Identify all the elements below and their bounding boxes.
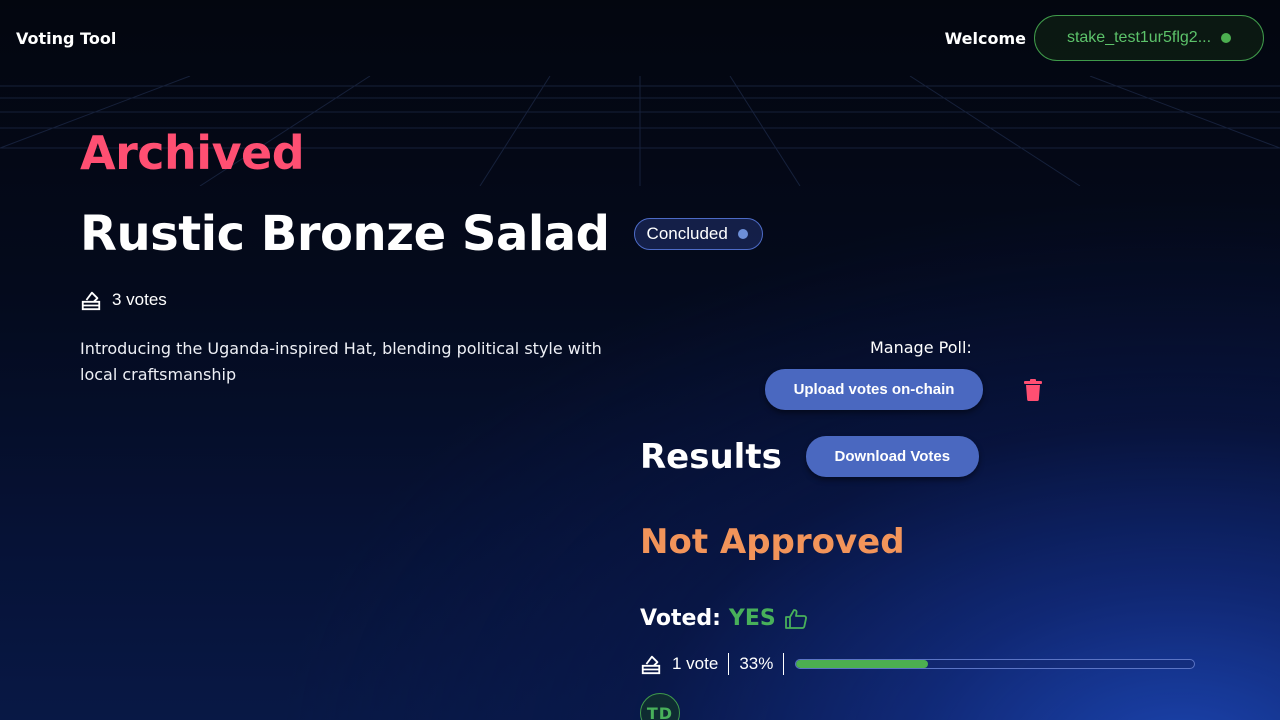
yes-progress-fill bbox=[796, 660, 928, 668]
results-title: Results bbox=[640, 436, 782, 477]
upload-votes-button[interactable]: Upload votes on-chain bbox=[765, 369, 983, 410]
poll-description: Introducing the Uganda-inspired Hat, ble… bbox=[80, 339, 602, 384]
yes-vote-percent: 33% bbox=[739, 654, 774, 673]
app-brand[interactable]: Voting Tool bbox=[16, 29, 116, 48]
connected-indicator bbox=[1221, 33, 1232, 43]
status-badge-label: Concluded bbox=[646, 224, 728, 243]
ballot-box-icon bbox=[641, 655, 661, 675]
voted-value: YES bbox=[728, 606, 776, 631]
user-area: Welcome stake_test1ur5flg2... bbox=[945, 15, 1264, 61]
ballot-box-icon bbox=[81, 291, 101, 311]
divider bbox=[783, 653, 785, 675]
trash-icon[interactable] bbox=[1024, 379, 1042, 401]
vote-count-text: 3 votes bbox=[112, 290, 167, 309]
divider bbox=[728, 653, 730, 675]
status-dot bbox=[737, 229, 748, 239]
yes-vote-stats: 1 vote 33% bbox=[640, 653, 1196, 675]
wallet-button[interactable]: stake_test1ur5flg2... bbox=[1034, 15, 1264, 61]
poll-vote-count: 3 votes bbox=[80, 289, 167, 311]
voted-row: Voted: YES bbox=[640, 606, 808, 631]
manage-poll-label: Manage Poll: bbox=[870, 338, 972, 357]
poll-outcome: Not Approved bbox=[640, 522, 905, 562]
poll-title: Rustic Bronze Salad bbox=[80, 206, 610, 262]
welcome-text: Welcome bbox=[944, 28, 1026, 48]
top-navigation-bar: Voting Tool Welcome stake_test1ur5flg2..… bbox=[0, 0, 1280, 76]
wallet-address: stake_test1ur5flg2... bbox=[1066, 29, 1212, 46]
download-votes-button[interactable]: Download Votes bbox=[805, 436, 979, 477]
voted-label: Voted: bbox=[640, 606, 721, 631]
status-badge: Concluded bbox=[633, 218, 763, 250]
thumbs-up-icon bbox=[784, 608, 807, 629]
yes-progress-bar bbox=[795, 659, 1196, 669]
yes-vote-count: 1 vote bbox=[672, 654, 719, 673]
results-header: Results Download Votes bbox=[640, 436, 979, 477]
poll-title-row: Rustic Bronze Salad Concluded bbox=[80, 206, 763, 262]
voter-avatar[interactable]: TD bbox=[640, 693, 680, 720]
section-label-archived: Archived bbox=[80, 126, 305, 180]
